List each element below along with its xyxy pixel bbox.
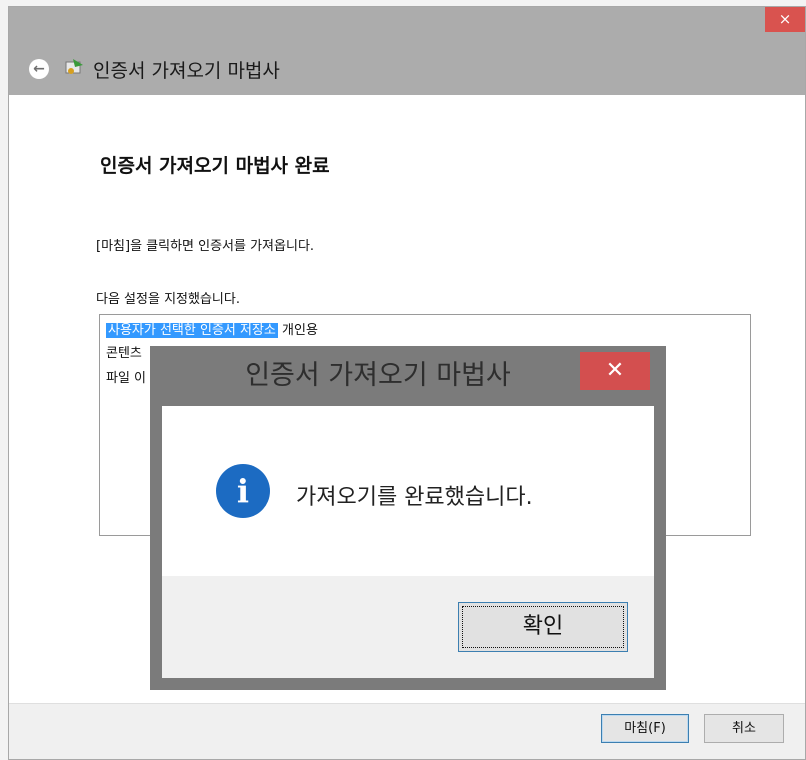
cancel-button[interactable]: 취소	[704, 714, 784, 743]
instruction-text: [마침]을 클릭하면 인증서를 가져옵니다.	[96, 239, 315, 254]
message-dialog: 인증서 가져오기 마법사 ✕ i 가져오기를 완료했습니다. 확인	[150, 346, 666, 690]
list-item[interactable]: 사용자가 선택한 인증서 저장소 개인용	[106, 319, 318, 338]
info-icon: i	[216, 464, 270, 518]
list-item-value: 개인용	[282, 323, 318, 338]
back-arrow-icon[interactable]: ←	[29, 59, 49, 79]
list-item-key: 사용자가 선택한 인증서 저장소	[106, 323, 278, 338]
certificate-icon	[63, 57, 85, 79]
close-icon[interactable]: ×	[765, 7, 805, 32]
dialog-message: 가져오기를 완료했습니다.	[296, 485, 533, 510]
wizard-header: × ← 인증서 가져오기 마법사	[9, 7, 805, 95]
finish-button[interactable]: 마침(F)	[601, 714, 689, 743]
list-item-key: 파일 이	[106, 371, 147, 386]
list-item-key: 콘텐츠	[106, 346, 142, 361]
dialog-close-icon[interactable]: ✕	[580, 352, 650, 390]
wizard-title: 인증서 가져오기 마법사	[93, 60, 280, 82]
settings-label: 다음 설정을 지정했습니다.	[96, 292, 240, 307]
wizard-footer: 마침(F) 취소	[9, 703, 805, 759]
list-item[interactable]: 파일 이	[106, 367, 146, 386]
ok-button[interactable]: 확인	[458, 602, 628, 652]
list-item[interactable]: 콘텐츠	[106, 342, 142, 361]
dialog-footer: 확인	[162, 576, 654, 678]
dialog-body: i 가져오기를 완료했습니다.	[162, 406, 654, 576]
page-heading: 인증서 가져오기 마법사 완료	[100, 155, 330, 177]
